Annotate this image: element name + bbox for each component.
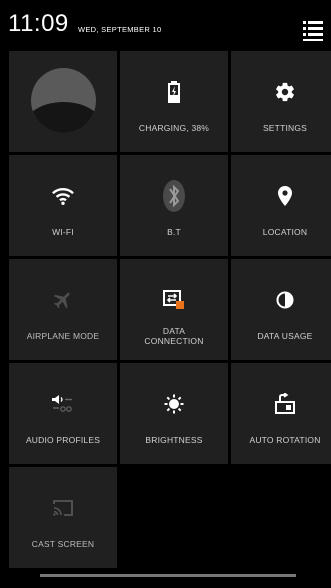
data-usage-label: DATA USAGE [257,331,313,341]
data-connection-label-line1: DATA [162,326,186,336]
location-label: LOCATION [262,227,308,237]
avatar-body [31,102,96,133]
clock-time: 11:09 [8,10,69,37]
clock-date: WED, SEPTEMBER 10 [78,25,162,34]
quick-settings-panel: 11:09 WED, SEPTEMBER 10 CHARGING, 38% SE… [0,0,331,588]
avatar [31,68,96,133]
cast-screen-label: CAST SCREEN [31,539,95,549]
charging-label: CHARGING, 38% [138,123,210,133]
sun-icon [164,394,184,414]
gear-icon [276,82,294,102]
data-usage-tile[interactable]: DATA USAGE [231,259,331,360]
settings-tile[interactable]: SETTINGS [231,51,331,152]
sim-data-icon [163,290,184,309]
bluetooth-tile[interactable]: B.T [120,155,228,256]
audio-profile-icon [52,395,72,412]
airplane-icon [53,292,70,309]
data-connection-label: DATA CONNECTION [120,326,228,346]
audio-profiles-tile[interactable]: AUDIO PROFILES [9,363,117,464]
user-profile-tile[interactable] [9,51,117,152]
rotation-icon [275,393,295,414]
auto-rotation-label: AUTO ROTATION [249,435,321,445]
bluetooth-icon [163,180,185,212]
tile-grid: CHARGING, 38% SETTINGS WI-FI B.T LOCATIO… [9,51,331,568]
wifi-icon [52,188,74,205]
wifi-tile[interactable]: WI-FI [9,155,117,256]
panel-drag-handle[interactable] [40,574,296,577]
cast-screen-tile[interactable]: CAST SCREEN [9,467,117,568]
auto-rotation-tile[interactable]: AUTO ROTATION [231,363,331,464]
location-pin-icon [278,186,292,206]
bluetooth-label: B.T [167,227,181,237]
brightness-tile[interactable]: BRIGHTNESS [120,363,228,464]
cast-icon [53,500,73,516]
charging-tile[interactable]: CHARGING, 38% [120,51,228,152]
status-header: 11:09 WED, SEPTEMBER 10 [0,0,331,48]
audio-profiles-label: AUDIO PROFILES [25,435,101,445]
pie-usage-icon [276,291,294,309]
airplane-mode-label: AIRPLANE MODE [26,331,100,341]
settings-label: SETTINGS [262,123,308,133]
wifi-label: WI-FI [52,227,74,237]
airplane-mode-tile[interactable]: AIRPLANE MODE [9,259,117,360]
battery-charging-icon [168,81,180,103]
location-tile[interactable]: LOCATION [231,155,331,256]
data-connection-label-line2: CONNECTION [144,336,204,346]
settings-list-icon [303,21,323,41]
settings-list-button[interactable] [301,19,325,43]
data-connection-tile[interactable]: DATA CONNECTION [120,259,228,360]
brightness-label: BRIGHTNESS [145,435,203,445]
